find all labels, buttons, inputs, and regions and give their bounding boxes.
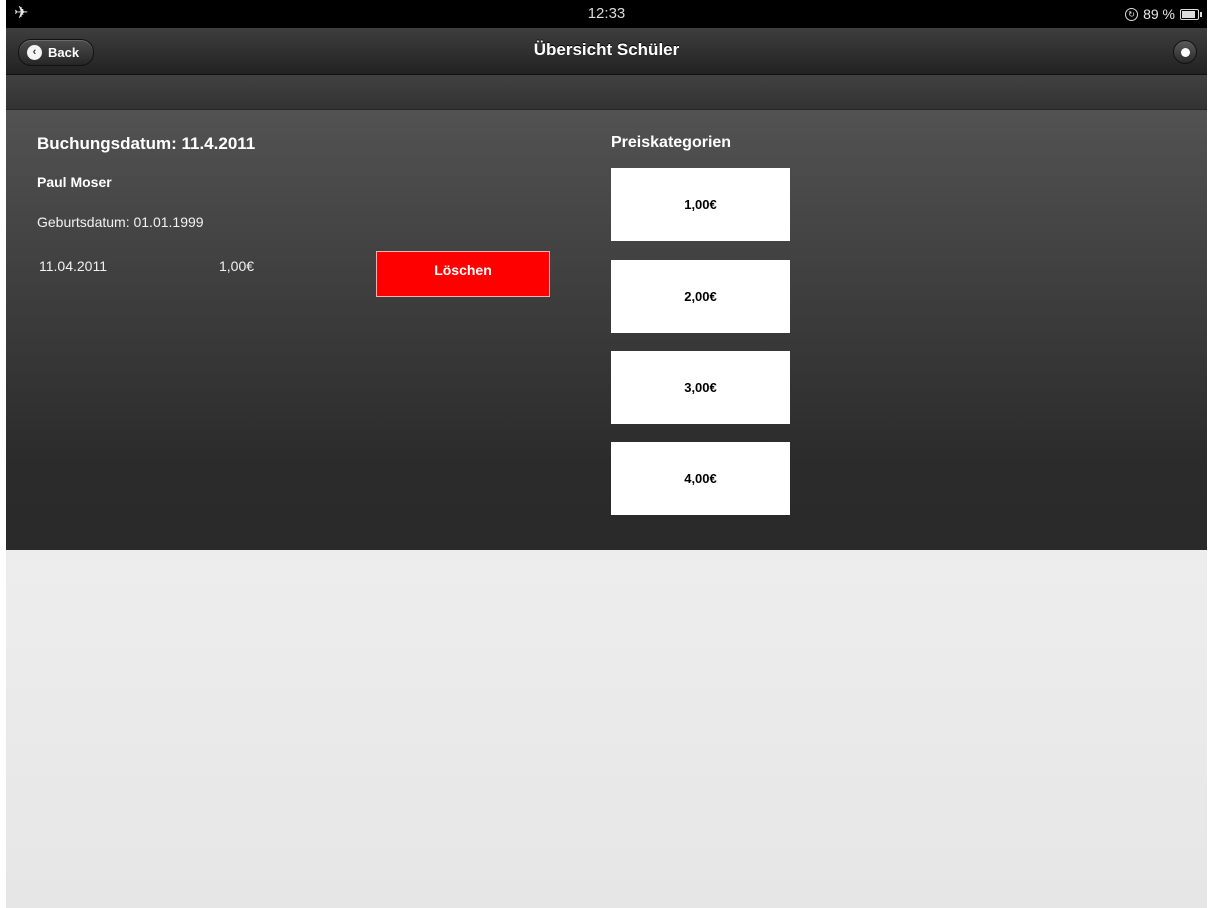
booking-panel: Buchungsdatum: 11.4.2011 Paul Moser Gebu… (6, 110, 1207, 550)
status-bar: ✈ 12:33 ↻ 89 % (6, 0, 1207, 28)
battery-icon (1180, 8, 1202, 20)
delete-button[interactable]: Löschen (376, 251, 550, 297)
back-button-label: Back (48, 45, 80, 60)
home-button[interactable] (1173, 40, 1197, 64)
price-option-4[interactable]: 4,00€ (611, 442, 790, 515)
battery-percent: 89 % (1143, 6, 1175, 22)
booking-entry-amount: 1,00€ (219, 258, 255, 274)
navigation-bar: ‹ Back Übersicht Schüler (6, 28, 1207, 75)
page-title: Übersicht Schüler (533, 40, 680, 59)
booking-date-heading: Buchungsdatum: 11.4.2011 (37, 134, 256, 153)
price-option-1[interactable]: 1,00€ (611, 168, 790, 241)
birth-date: Geburtsdatum: 01.01.1999 (37, 214, 204, 230)
price-categories-heading: Preiskategorien (611, 134, 732, 151)
back-button[interactable]: ‹ Back (18, 39, 95, 66)
booking-entry-date: 11.04.2011 (39, 258, 107, 274)
rotation-lock-icon: ↻ (1125, 7, 1139, 21)
price-option-2[interactable]: 2,00€ (611, 260, 790, 333)
sub-header-bar (6, 75, 1207, 110)
student-name: Paul Moser (37, 174, 112, 190)
app-frame: ✈ 12:33 ↻ 89 % ‹ Back Übersicht Schüler … (6, 0, 1207, 908)
status-time: 12:33 (587, 5, 626, 22)
status-indicators: ↻ 89 % (1125, 6, 1202, 22)
price-option-3[interactable]: 3,00€ (611, 351, 790, 424)
home-icon (1180, 47, 1190, 57)
chevron-left-icon: ‹ (27, 45, 42, 60)
